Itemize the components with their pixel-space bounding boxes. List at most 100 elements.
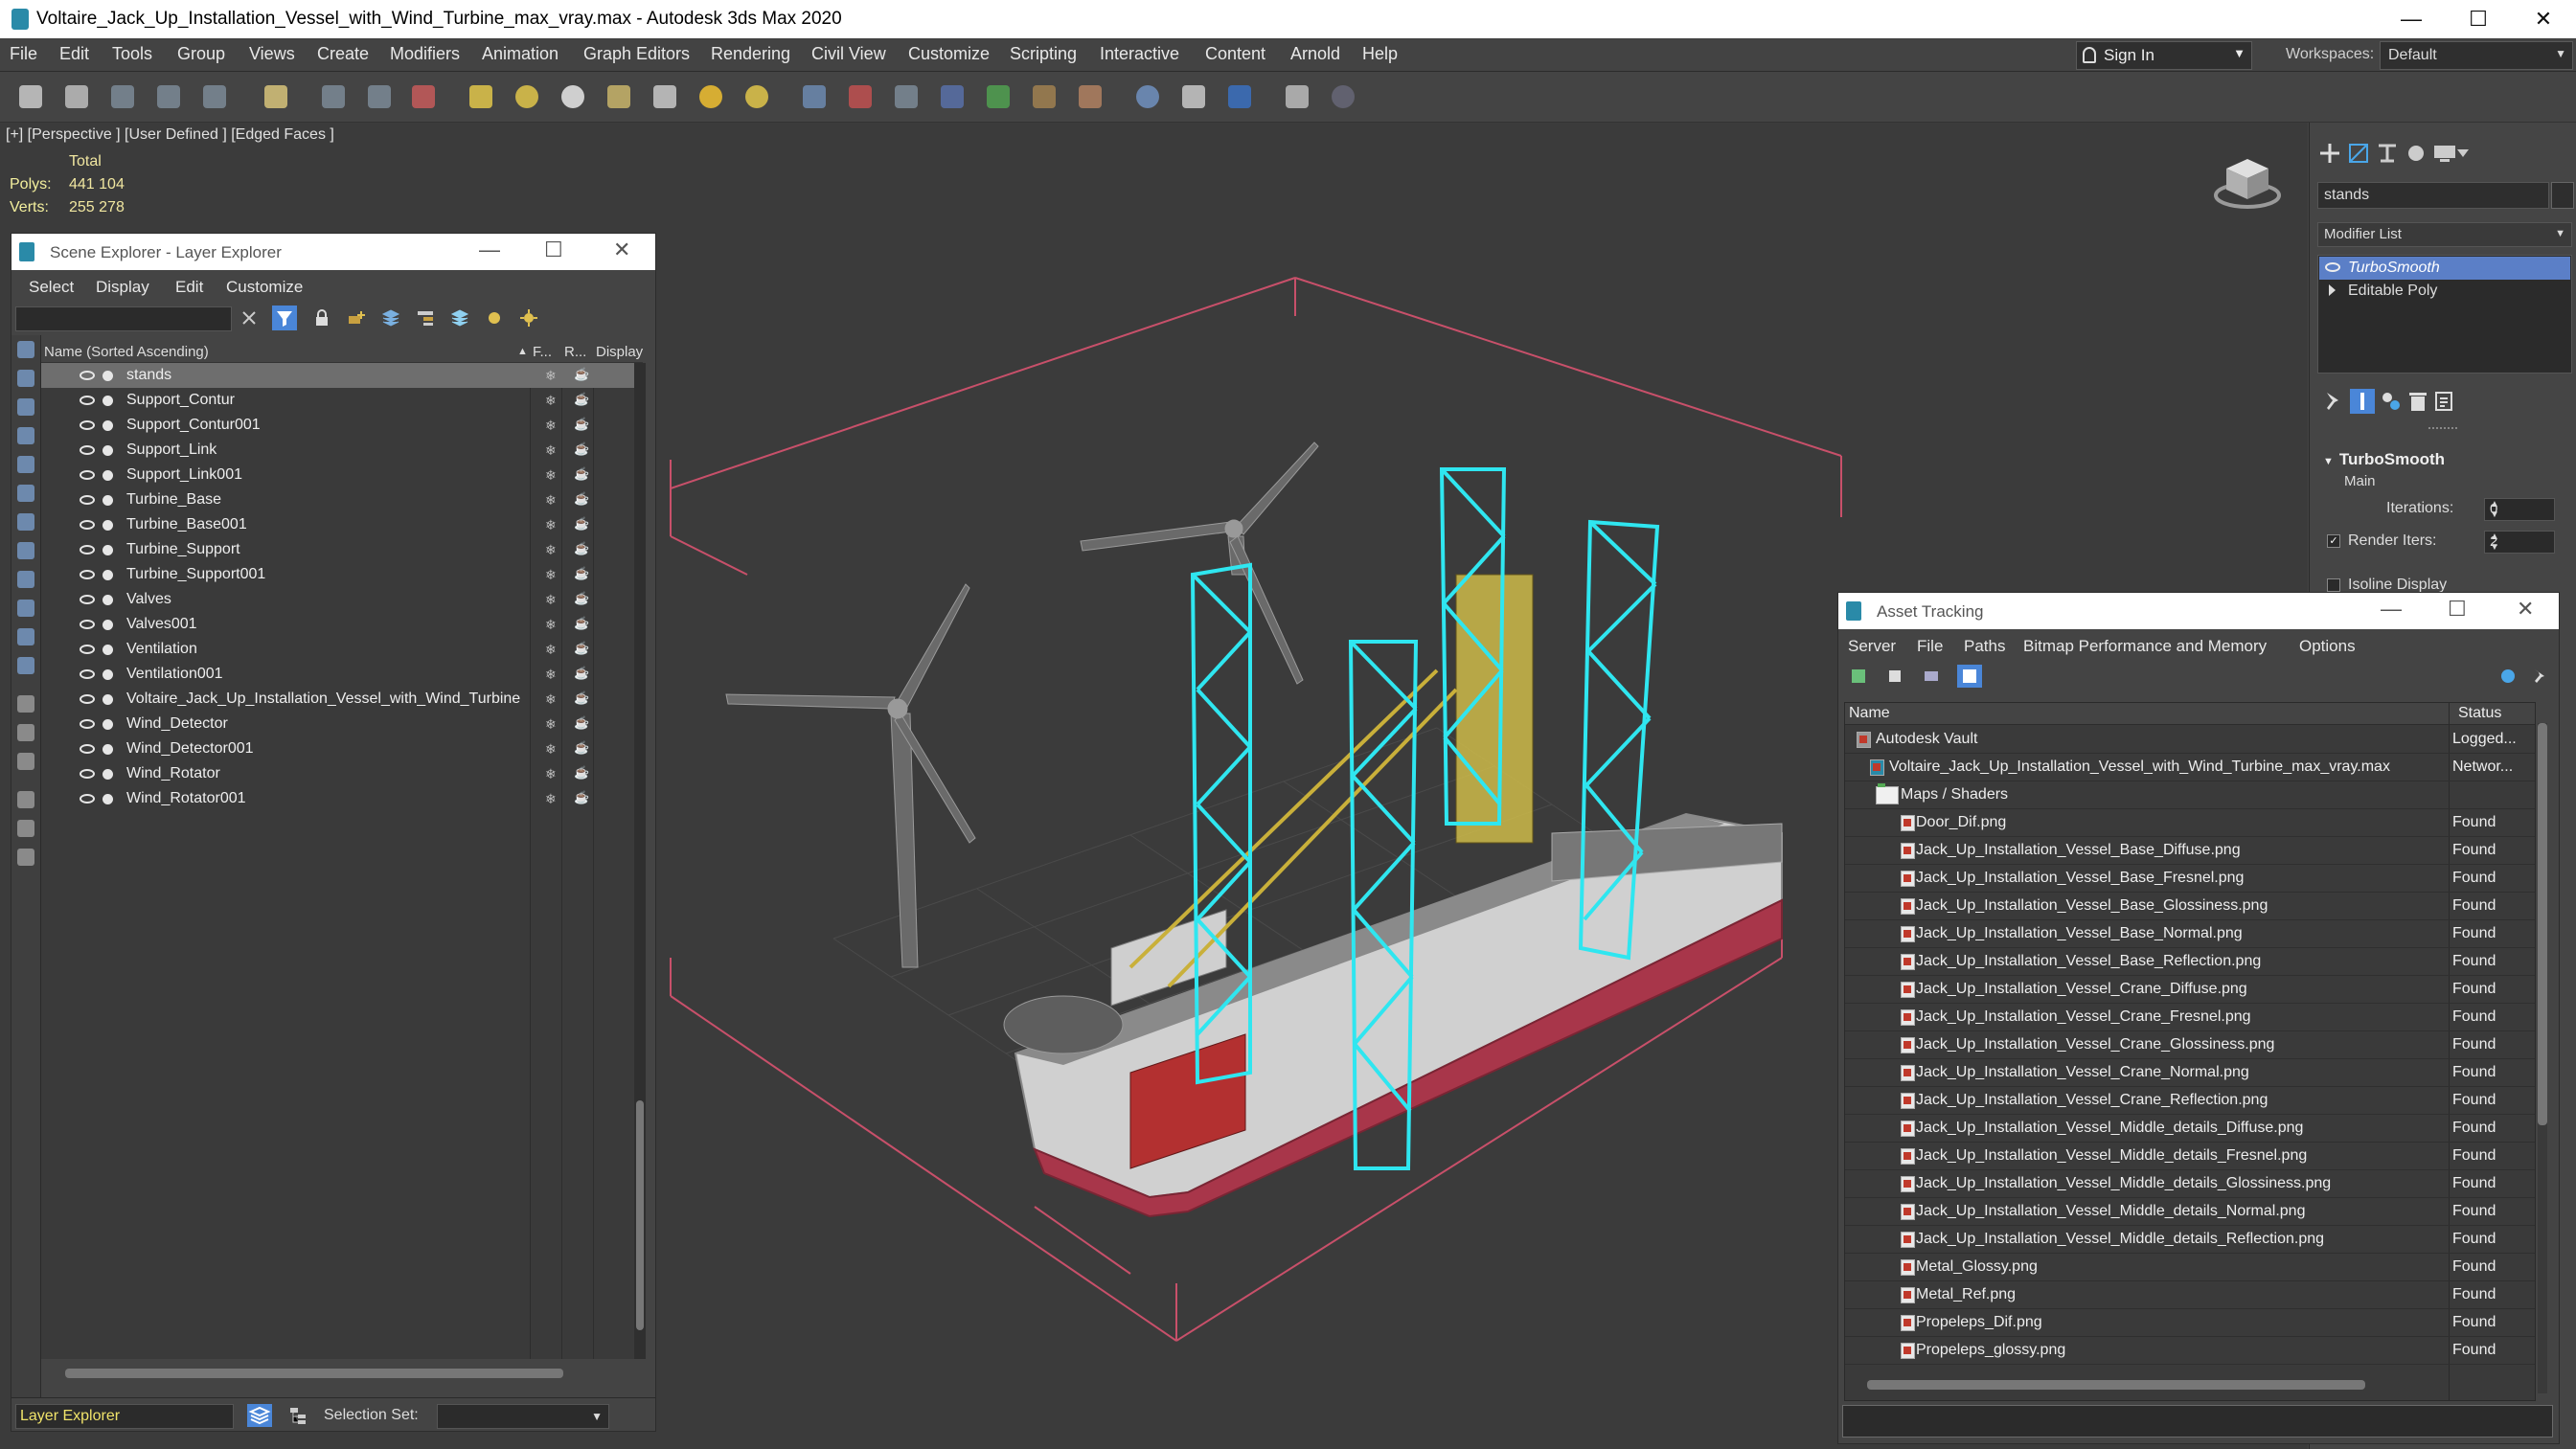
bone-icon[interactable] — [895, 85, 918, 108]
eye-icon[interactable] — [80, 570, 95, 579]
redo-icon[interactable] — [65, 85, 88, 108]
eye-icon[interactable] — [2325, 262, 2340, 272]
link-icon[interactable] — [111, 85, 134, 108]
layer-row[interactable]: Valves001 ❄ ☕ — [41, 612, 643, 637]
menu-animation[interactable]: Animation — [482, 44, 559, 64]
workspace-select[interactable]: Default ▼ — [2380, 41, 2573, 70]
menu-interactive[interactable]: Interactive — [1100, 44, 1179, 64]
column-frozen[interactable]: F... — [533, 344, 552, 360]
remove-modifier-trash-icon[interactable] — [2405, 389, 2430, 414]
layer-dot-icon[interactable] — [103, 744, 113, 755]
eye-icon[interactable] — [80, 620, 95, 629]
create-torus-icon[interactable] — [607, 85, 630, 108]
sync-selection-icon[interactable] — [519, 308, 538, 328]
create-layer-icon[interactable] — [347, 308, 366, 328]
filter-toggle-icon[interactable] — [17, 791, 34, 808]
eye-icon[interactable] — [80, 520, 95, 530]
column-name[interactable]: Name (Sorted Ascending) — [44, 344, 209, 360]
asset-row[interactable]: Jack_Up_Installation_Vessel_Middle_detai… — [1845, 1114, 2535, 1143]
layer-mode-icon[interactable] — [247, 1404, 272, 1427]
layer-dot-icon[interactable] — [103, 371, 113, 381]
at-menu-paths[interactable]: Paths — [1964, 637, 2005, 656]
display-spacewarps-icon[interactable] — [17, 485, 34, 502]
create-box-icon[interactable] — [469, 85, 492, 108]
eye-icon[interactable] — [80, 669, 95, 679]
layer-row[interactable]: Support_Link ❄ ☕ — [41, 438, 643, 463]
iterations-spinner[interactable]: 0 ▲ ▼ — [2484, 498, 2555, 521]
help-icon[interactable] — [1332, 85, 1355, 108]
filter-icon[interactable] — [272, 306, 297, 330]
layer-row[interactable]: Voltaire_Jack_Up_Installation_Vessel_wit… — [41, 687, 643, 712]
teapot-render-icon[interactable]: ☕ — [574, 442, 591, 456]
display-bones-icon[interactable] — [17, 571, 34, 588]
scrollbar-thumb[interactable] — [2538, 723, 2547, 1125]
freeze-icon[interactable]: ❄ — [545, 692, 559, 706]
display-cameras-icon[interactable] — [17, 427, 34, 444]
eye-icon[interactable] — [80, 470, 95, 480]
undo-icon[interactable] — [19, 85, 42, 108]
select-rotate-icon[interactable] — [368, 85, 391, 108]
explorer-mode-dropdown[interactable]: Layer Explorer — [15, 1404, 234, 1429]
se-menu-select[interactable]: Select — [29, 278, 74, 297]
menu-modifiers[interactable]: Modifiers — [390, 44, 460, 64]
close-button[interactable]: ✕ — [2511, 0, 2576, 38]
freeze-icon[interactable]: ❄ — [545, 493, 559, 507]
eye-icon[interactable] — [80, 694, 95, 704]
eye-icon[interactable] — [80, 595, 95, 604]
layer-dot-icon[interactable] — [103, 794, 113, 804]
display-containers-icon[interactable] — [17, 600, 34, 617]
teapot-render-icon[interactable]: ☕ — [574, 691, 591, 705]
create-light-icon[interactable] — [699, 85, 722, 108]
scene-explorer-title-bar[interactable]: Scene Explorer - Layer Explorer — ☐ ✕ — [11, 234, 655, 270]
display-shapes-icon[interactable] — [17, 370, 34, 387]
layer-dot-icon[interactable] — [103, 470, 113, 481]
asset-row[interactable]: Jack_Up_Installation_Vessel_Crane_Reflec… — [1845, 1086, 2535, 1115]
render-setup-icon[interactable] — [1182, 85, 1205, 108]
column-render[interactable]: R... — [564, 344, 586, 360]
hierarchy-icon[interactable] — [416, 308, 435, 328]
teapot-render-icon[interactable]: ☕ — [574, 542, 591, 555]
se-menu-display[interactable]: Display — [96, 278, 149, 297]
layer-dot-icon[interactable] — [103, 620, 113, 630]
object-color-swatch[interactable] — [2551, 182, 2574, 209]
eye-icon[interactable] — [80, 645, 95, 654]
freeze-icon[interactable]: ❄ — [545, 643, 559, 656]
asset-row[interactable]: Maps / Shaders — [1845, 781, 2535, 809]
layer-dot-icon[interactable] — [103, 420, 113, 431]
asset-row[interactable]: Jack_Up_Installation_Vessel_Base_Diffuse… — [1845, 836, 2535, 865]
path-field[interactable] — [1842, 1405, 2553, 1438]
layer-dot-icon[interactable] — [103, 669, 113, 680]
isoline-display-checkbox[interactable] — [2327, 578, 2340, 592]
hierarchy-tab-icon[interactable] — [2373, 140, 2402, 167]
hierarchy-mode-icon[interactable] — [287, 1406, 308, 1425]
asset-row[interactable]: Jack_Up_Installation_Vessel_Middle_detai… — [1845, 1197, 2535, 1226]
unlink-icon[interactable] — [157, 85, 180, 108]
column-name[interactable]: Name — [1849, 705, 1890, 722]
asset-row[interactable]: Jack_Up_Installation_Vessel_Crane_Diffus… — [1845, 975, 2535, 1004]
layer-row[interactable]: Ventilation ❄ ☕ — [41, 637, 643, 662]
menu-civil-view[interactable]: Civil View — [811, 44, 886, 64]
freeze-icon[interactable]: ❄ — [545, 468, 559, 482]
cloth-icon[interactable] — [1079, 85, 1102, 108]
teapot-render-icon[interactable]: ☕ — [574, 418, 591, 431]
layer-dot-icon[interactable] — [103, 769, 113, 780]
teapot-render-icon[interactable]: ☕ — [574, 368, 591, 381]
asset-row[interactable]: Jack_Up_Installation_Vessel_Base_Fresnel… — [1845, 864, 2535, 893]
vertical-scrollbar[interactable] — [2538, 723, 2547, 1393]
biped-icon[interactable] — [1033, 85, 1056, 108]
select-move-icon[interactable] — [322, 85, 345, 108]
help-icon[interactable] — [2499, 668, 2517, 685]
asset-row[interactable]: Jack_Up_Installation_Vessel_Base_Glossin… — [1845, 892, 2535, 920]
pin-stack-icon[interactable] — [2319, 389, 2344, 414]
se-menu-edit[interactable]: Edit — [175, 278, 203, 297]
close-button[interactable]: ✕ — [2517, 597, 2534, 622]
tree-view-icon[interactable] — [1957, 665, 1982, 688]
at-menu-file[interactable]: File — [1917, 637, 1943, 656]
helper-icon[interactable] — [941, 85, 964, 108]
highlight-selection-icon[interactable] — [485, 308, 504, 328]
layer-dot-icon[interactable] — [103, 570, 113, 580]
layer-dot-icon[interactable] — [103, 396, 113, 406]
layer-row[interactable]: Support_Contur001 ❄ ☕ — [41, 413, 643, 438]
asset-row[interactable]: Jack_Up_Installation_Vessel_Crane_Glossi… — [1845, 1030, 2535, 1059]
teapot-render-icon[interactable]: ☕ — [574, 467, 591, 481]
